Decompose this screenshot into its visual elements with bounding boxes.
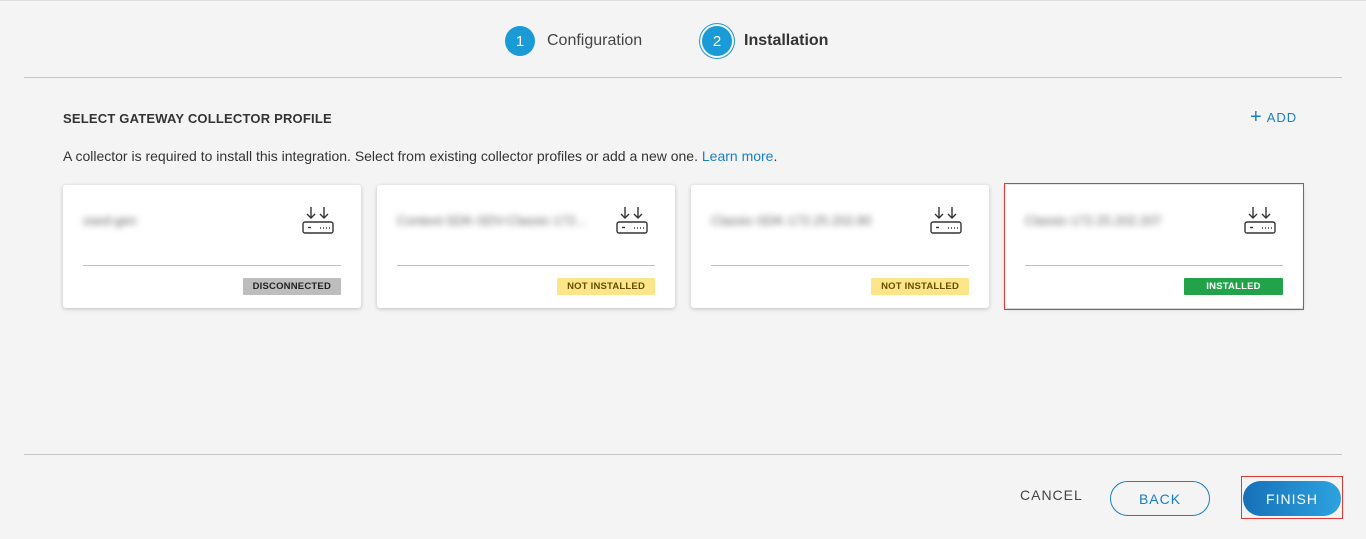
description-end: . (773, 148, 778, 164)
section-description: A collector is required to install this … (63, 148, 777, 164)
collector-card[interactable]: Classic-SDK-172.25.202.80 NOT INSTALLED (691, 185, 989, 308)
collector-name: Classic-SDK-172.25.202.80 (711, 213, 872, 228)
wizard-stepper: 1 Configuration 2 Installation (0, 22, 1366, 60)
back-button[interactable]: BACK (1110, 481, 1210, 516)
step-installation[interactable]: 2 Installation (699, 22, 828, 60)
gateway-collector-icon (302, 207, 334, 234)
step-configuration[interactable]: 1 Configuration (505, 22, 642, 60)
divider (24, 77, 1342, 78)
collector-card[interactable]: ssed-gen DISCONNECTED (63, 185, 361, 308)
card-divider (83, 265, 341, 266)
step-number-badge: 2 (702, 26, 732, 56)
status-badge: DISCONNECTED (242, 278, 341, 295)
collector-name: Classic-172.25.202.207 (1025, 213, 1162, 228)
card-divider (711, 265, 969, 266)
collector-card[interactable]: Context-SDK-SDV-Classic-172... NOT INSTA… (377, 185, 675, 308)
collector-card-selected[interactable]: Classic-172.25.202.207 INSTALLED (1005, 185, 1303, 308)
status-badge: NOT INSTALLED (557, 278, 655, 295)
section-title: SELECT GATEWAY COLLECTOR PROFILE (63, 111, 332, 126)
divider (24, 454, 1342, 455)
card-divider (397, 265, 655, 266)
gateway-collector-icon (930, 207, 962, 234)
card-divider (1025, 265, 1283, 266)
finish-button[interactable]: FINISH (1243, 481, 1341, 516)
gateway-collector-icon (1244, 207, 1276, 234)
collector-name: Context-SDK-SDV-Classic-172... (397, 213, 587, 228)
description-text: A collector is required to install this … (63, 148, 698, 164)
step-label: Configuration (547, 32, 643, 49)
step-label: Installation (744, 32, 829, 49)
step-number-badge: 1 (505, 26, 535, 56)
gateway-collector-icon (616, 207, 648, 234)
plus-icon: + (1250, 106, 1263, 128)
top-border (0, 0, 1366, 1)
add-collector-button[interactable]: + ADD (1250, 106, 1298, 128)
status-badge: NOT INSTALLED (871, 278, 969, 295)
collector-name: ssed-gen (83, 213, 137, 228)
add-label: ADD (1266, 109, 1298, 125)
learn-more-link[interactable]: Learn more (702, 148, 774, 164)
status-badge: INSTALLED (1184, 278, 1283, 295)
cancel-button[interactable]: CANCEL (1020, 487, 1083, 503)
